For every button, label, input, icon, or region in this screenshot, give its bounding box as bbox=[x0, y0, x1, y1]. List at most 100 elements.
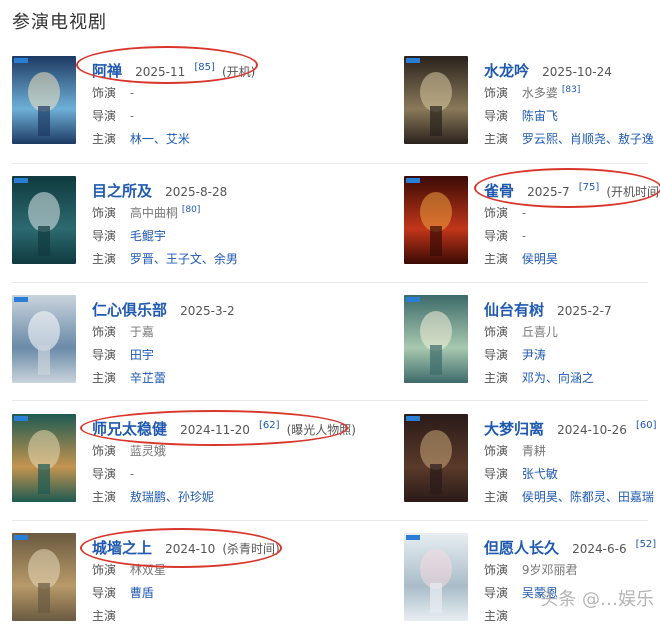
stars-label: 主演 bbox=[92, 490, 117, 504]
drama-poster[interactable] bbox=[12, 533, 76, 621]
role-label: 饰演 bbox=[92, 444, 117, 458]
drama-card[interactable]: 师兄太稳健 2024-11-20 [62] (曝光人物照) 饰演 蓝灵娥 导演 … bbox=[12, 414, 356, 524]
drama-date: 2025-11 bbox=[135, 65, 186, 79]
drama-title[interactable]: 仙台有树 bbox=[484, 301, 544, 319]
drama-card[interactable]: 城墙之上 2024-10 (杀青时间) 饰演 林双星 导演 曹盾 主演 bbox=[12, 533, 322, 643]
stars-value[interactable]: 敖瑞鹏、孙珍妮 bbox=[130, 490, 214, 504]
director-label: 导演 bbox=[92, 109, 117, 123]
director-value[interactable]: 张弋敏 bbox=[522, 467, 558, 481]
drama-poster[interactable] bbox=[404, 176, 468, 264]
role-value: - bbox=[521, 206, 527, 220]
poster-badge bbox=[406, 416, 420, 421]
stars-value[interactable]: 邓为、向涵之 bbox=[522, 371, 594, 385]
drama-score[interactable]: [75] bbox=[579, 182, 600, 193]
drama-date: 2025-10-24 bbox=[542, 65, 612, 79]
drama-card[interactable]: 仁心俱乐部 2025-3-2 饰演 于嘉 导演 田宇 主演 辛芷蕾 bbox=[12, 295, 322, 405]
role-value: 水多婆 bbox=[521, 86, 558, 100]
director-value[interactable]: 曹盾 bbox=[130, 586, 154, 600]
stars-label: 主演 bbox=[484, 252, 509, 266]
drama-card[interactable]: 雀骨 2025-7 [75] (开机时间) 饰演 - 导演 - 主演 侯明昊 bbox=[404, 176, 660, 286]
drama-poster[interactable] bbox=[12, 176, 76, 264]
role-value: 青耕 bbox=[521, 444, 546, 458]
poster-badge bbox=[406, 535, 420, 540]
drama-date: 2025-8-28 bbox=[165, 185, 228, 199]
role-value: 林双星 bbox=[129, 563, 166, 577]
drama-poster[interactable] bbox=[404, 533, 468, 621]
role-score: [80] bbox=[181, 205, 201, 215]
drama-title[interactable]: 水龙吟 bbox=[484, 62, 529, 80]
drama-poster[interactable] bbox=[404, 56, 468, 144]
poster-badge bbox=[406, 58, 420, 63]
drama-card[interactable]: 仙台有树 2025-2-7 饰演 丘喜儿 导演 尹涛 主演 邓为、向涵之 bbox=[404, 295, 660, 405]
stars-value[interactable]: 林一、艾米 bbox=[130, 132, 190, 146]
drama-card[interactable]: 目之所及 2025-8-28 饰演 高中曲桐 [80] 导演 毛鲲宇 主演 罗晋、… bbox=[12, 176, 322, 286]
director-label: 导演 bbox=[92, 467, 117, 481]
director-value[interactable]: 田宇 bbox=[130, 348, 154, 362]
drama-title[interactable]: 师兄太稳健 bbox=[92, 420, 167, 438]
stars-value[interactable]: 罗晋、王子文、余男 bbox=[130, 252, 238, 266]
watermark: 头条 @…娱乐 bbox=[540, 589, 654, 610]
director-label: 导演 bbox=[484, 467, 509, 481]
role-value: 高中曲桐 bbox=[129, 206, 178, 220]
drama-score[interactable]: [62] bbox=[259, 420, 280, 431]
section-title: 参演电视剧 bbox=[12, 12, 107, 33]
director-label: 导演 bbox=[484, 586, 509, 600]
drama-date: 2024-6-6 bbox=[572, 542, 627, 556]
role-label: 饰演 bbox=[484, 206, 509, 220]
director-value[interactable]: 毛鲲宇 bbox=[130, 229, 166, 243]
role-score: [83] bbox=[561, 85, 581, 95]
drama-title[interactable]: 仁心俱乐部 bbox=[92, 301, 167, 319]
drama-date: 2024-11-20 bbox=[180, 423, 250, 437]
director-value[interactable]: 尹涛 bbox=[522, 348, 546, 362]
stars-value[interactable]: 罗云熙、肖顺尧、敖子逸 bbox=[522, 132, 654, 146]
role-label: 饰演 bbox=[92, 206, 117, 220]
poster-badge bbox=[14, 535, 28, 540]
role-label: 饰演 bbox=[484, 86, 509, 100]
drama-date: 2025-7 bbox=[527, 185, 570, 199]
stars-label: 主演 bbox=[92, 371, 117, 385]
role-label: 饰演 bbox=[92, 563, 117, 577]
drama-poster[interactable] bbox=[12, 295, 76, 383]
stars-label: 主演 bbox=[484, 132, 509, 146]
drama-title[interactable]: 但愿人长久 bbox=[484, 539, 559, 557]
director-label: 导演 bbox=[92, 586, 117, 600]
stars-value[interactable]: 侯明昊、陈都灵、田嘉瑞 bbox=[522, 490, 654, 504]
drama-card[interactable]: 阿禅 2025-11 [85] (开机) 饰演 - 导演 - 主演 林一、艾米 bbox=[12, 56, 322, 166]
director-label: 导演 bbox=[484, 229, 509, 243]
drama-title[interactable]: 城墙之上 bbox=[92, 539, 152, 557]
drama-title[interactable]: 阿禅 bbox=[92, 62, 122, 80]
poster-badge bbox=[406, 178, 420, 183]
stars-label: 主演 bbox=[92, 132, 117, 146]
role-value: 于嘉 bbox=[129, 325, 154, 339]
poster-badge bbox=[14, 416, 28, 421]
drama-note: (开机时间) bbox=[606, 185, 660, 199]
drama-date: 2024-10-26 bbox=[557, 423, 627, 437]
drama-poster[interactable] bbox=[404, 295, 468, 383]
drama-date: 2025-2-7 bbox=[557, 304, 612, 318]
stars-value[interactable]: 辛芷蕾 bbox=[130, 371, 166, 385]
director-value: - bbox=[129, 109, 135, 123]
drama-score[interactable]: [85] bbox=[194, 62, 215, 73]
role-label: 饰演 bbox=[484, 444, 509, 458]
role-value: 9岁邓丽君 bbox=[521, 563, 578, 577]
drama-card[interactable]: 水龙吟 2025-10-24 饰演 水多婆 [83] 导演 陈宙飞 主演 罗云熙、… bbox=[404, 56, 660, 166]
poster-badge bbox=[14, 297, 28, 302]
drama-score[interactable]: [52] bbox=[636, 539, 657, 550]
drama-score[interactable]: [60] bbox=[636, 420, 657, 431]
stars-value[interactable]: 侯明昊 bbox=[522, 252, 558, 266]
drama-poster[interactable] bbox=[12, 414, 76, 502]
drama-title[interactable]: 目之所及 bbox=[92, 182, 152, 200]
director-label: 导演 bbox=[92, 348, 117, 362]
drama-poster[interactable] bbox=[12, 56, 76, 144]
stars-label: 主演 bbox=[484, 609, 509, 623]
poster-badge bbox=[406, 297, 420, 302]
poster-badge bbox=[14, 178, 28, 183]
drama-title[interactable]: 雀骨 bbox=[484, 182, 514, 200]
drama-poster[interactable] bbox=[404, 414, 468, 502]
role-label: 饰演 bbox=[484, 563, 509, 577]
drama-title[interactable]: 大梦归离 bbox=[484, 420, 544, 438]
director-value[interactable]: 陈宙飞 bbox=[522, 109, 558, 123]
drama-card[interactable]: 大梦归离 2024-10-26 [60] 饰演 青耕 导演 张弋敏 主演 侯明昊… bbox=[404, 414, 660, 524]
stars-label: 主演 bbox=[92, 609, 117, 623]
stars-label: 主演 bbox=[484, 490, 509, 504]
